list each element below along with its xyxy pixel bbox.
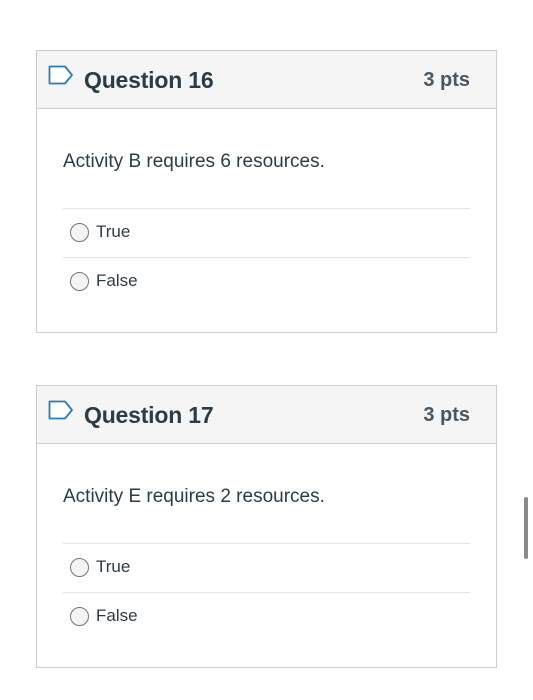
- answer-option-true[interactable]: True: [63, 209, 470, 258]
- radio-unchecked-icon[interactable]: [70, 223, 89, 242]
- scrollbar-thumb[interactable]: [524, 497, 528, 559]
- answer-label: False: [96, 271, 138, 290]
- question-points: 3 pts: [423, 404, 470, 426]
- question-text: Activity E requires 2 resources.: [63, 444, 470, 544]
- answer-label: True: [96, 222, 131, 241]
- question-title: Question 16: [84, 67, 214, 93]
- answer-label: True: [96, 557, 131, 576]
- question-card-16: Question 16 3 pts Activity B requires 6 …: [36, 50, 497, 333]
- flag-question-icon[interactable]: [48, 400, 74, 420]
- answer-option-false[interactable]: False: [63, 258, 470, 307]
- question-body: Activity B requires 6 resources. True Fa…: [37, 109, 496, 307]
- radio-unchecked-icon[interactable]: [70, 272, 89, 291]
- question-title: Question 17: [84, 402, 214, 428]
- question-text: Activity B requires 6 resources.: [63, 109, 470, 209]
- answer-option-true[interactable]: True: [63, 544, 470, 593]
- radio-unchecked-icon[interactable]: [70, 607, 89, 626]
- question-card-17: Question 17 3 pts Activity E requires 2 …: [36, 385, 497, 668]
- radio-unchecked-icon[interactable]: [70, 558, 89, 577]
- flag-question-icon[interactable]: [48, 65, 74, 85]
- question-body: Activity E requires 2 resources. True Fa…: [37, 444, 496, 642]
- answer-label: False: [96, 606, 138, 625]
- question-header: Question 16 3 pts: [37, 51, 496, 109]
- question-header: Question 17 3 pts: [37, 386, 496, 444]
- answer-option-false[interactable]: False: [63, 593, 470, 642]
- question-points: 3 pts: [423, 69, 470, 91]
